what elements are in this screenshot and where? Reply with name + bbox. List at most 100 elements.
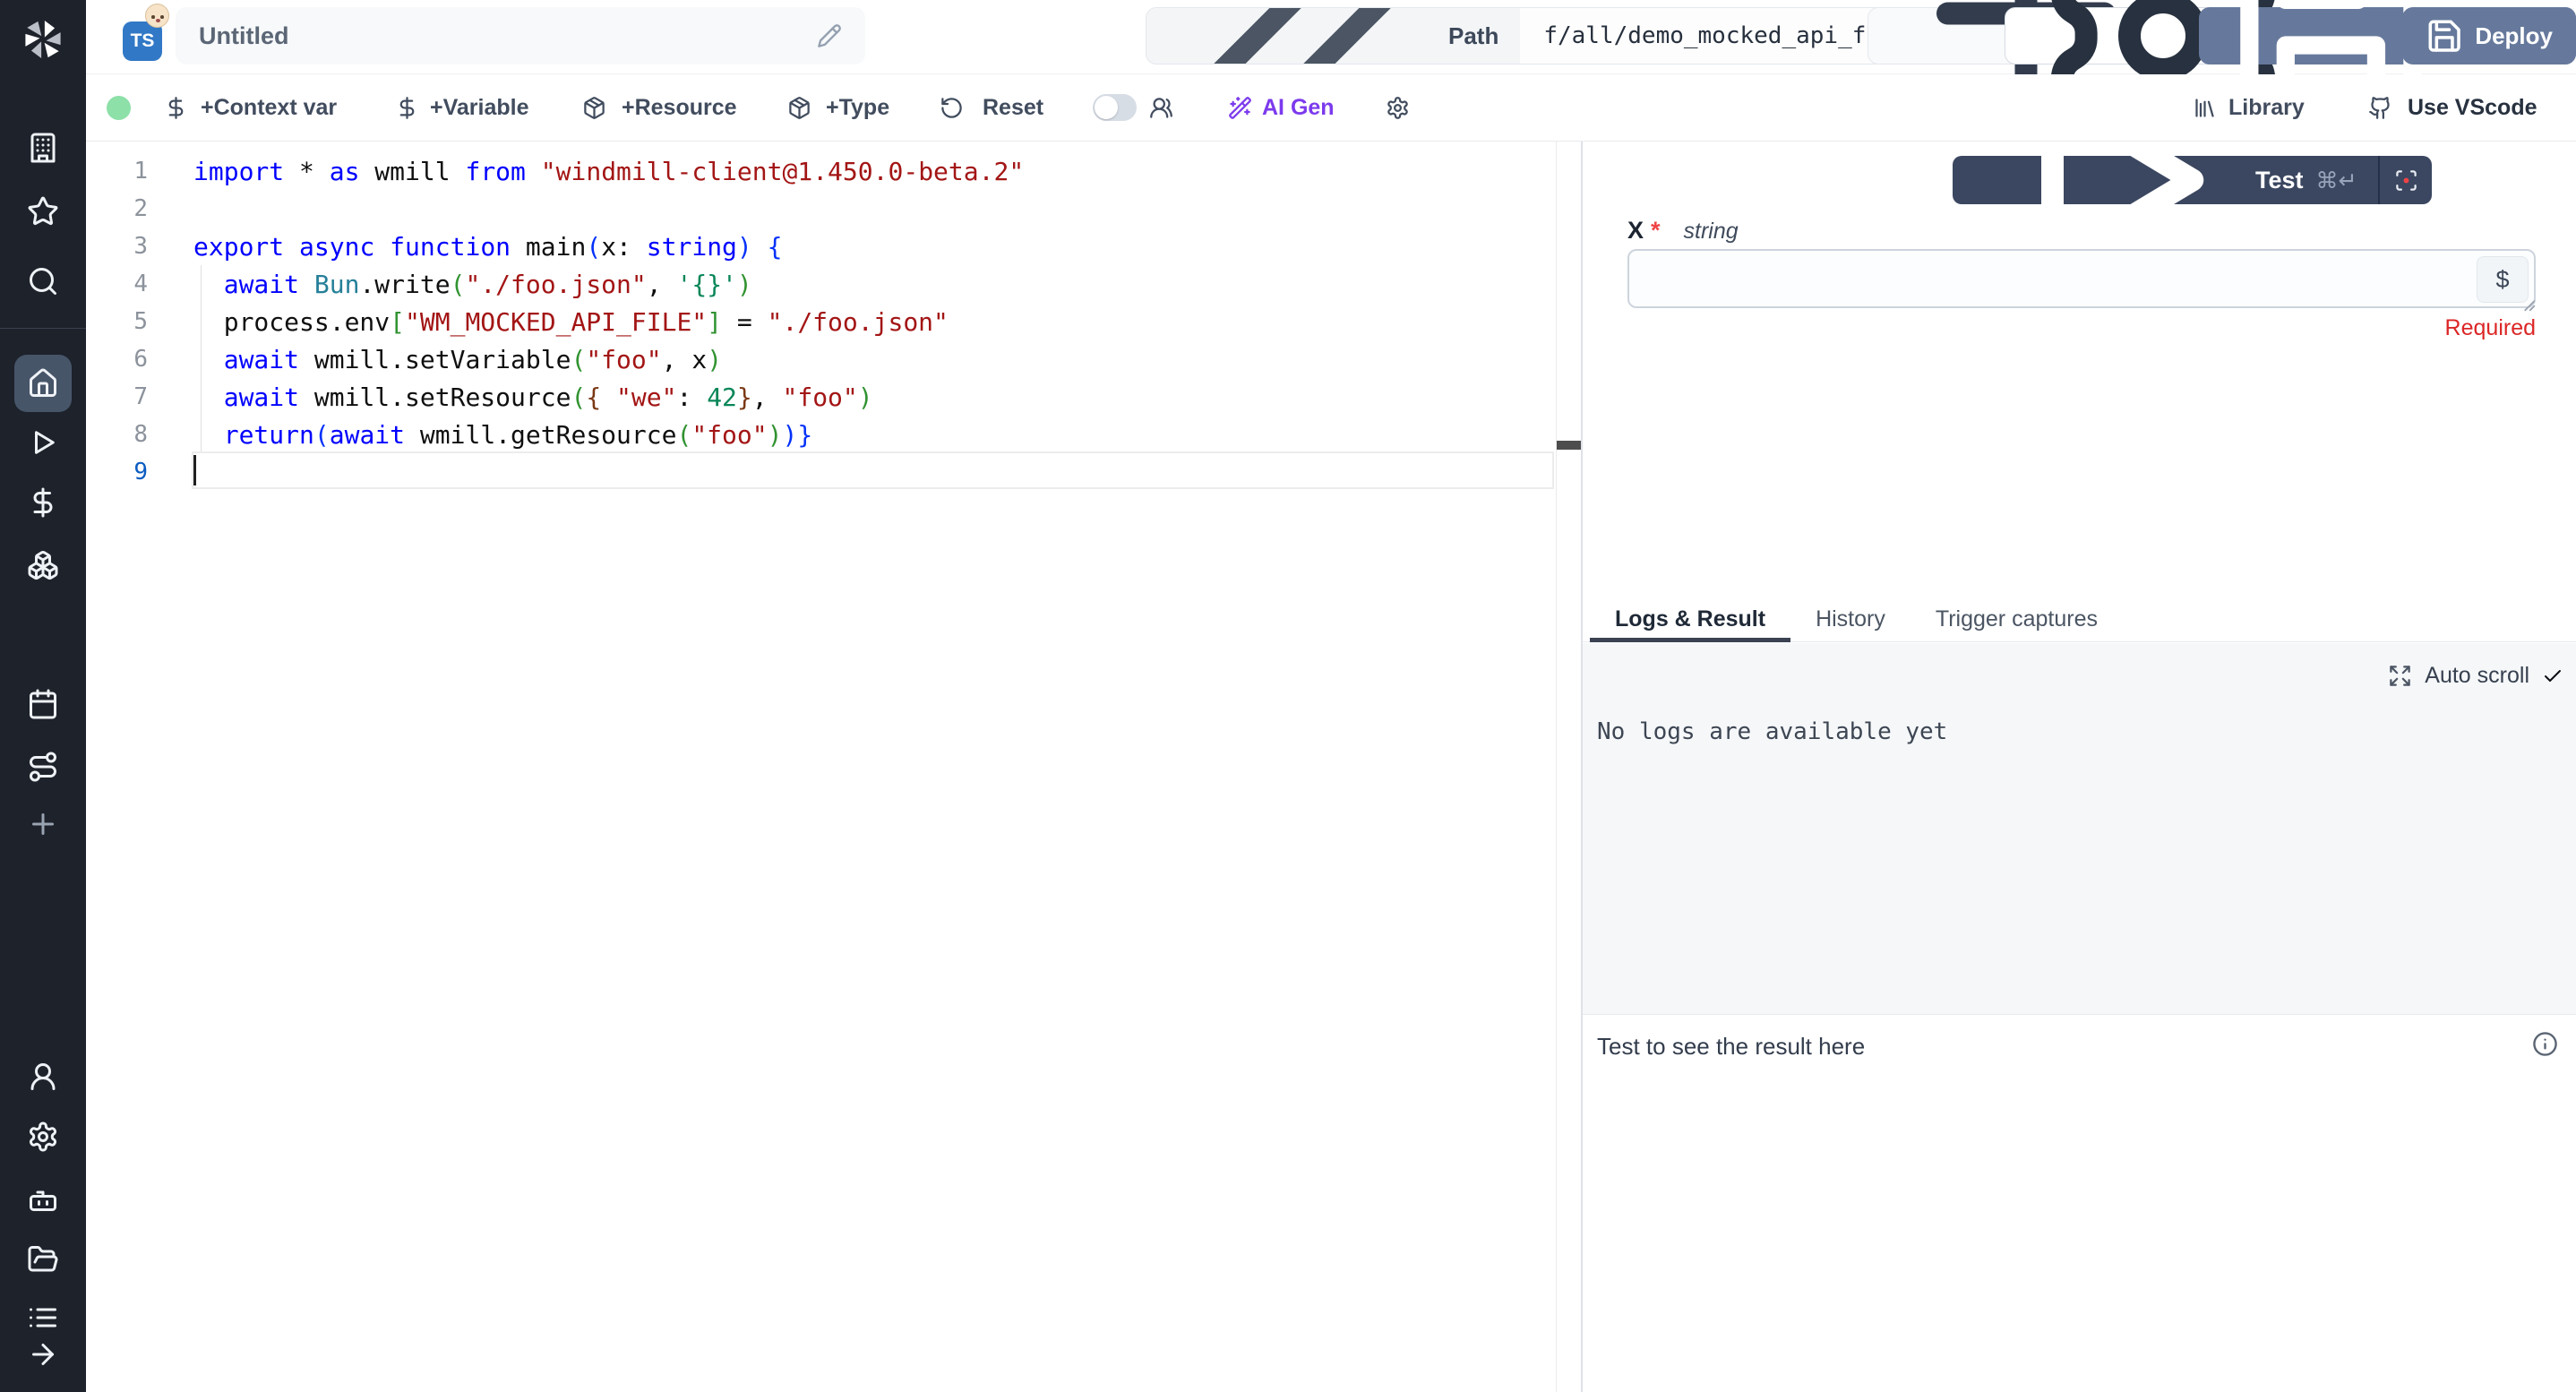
deploy-button[interactable]: Deploy bbox=[2402, 7, 2576, 64]
sidebar-item-star-icon[interactable] bbox=[27, 195, 59, 228]
code-line-6[interactable]: 6 await wmill.setVariable("foo", x) bbox=[86, 340, 1581, 378]
overview-ruler[interactable] bbox=[1556, 142, 1557, 1392]
result-placeholder: Test to see the result here bbox=[1597, 1033, 1865, 1061]
line-number: 3 bbox=[86, 233, 148, 260]
sidebar-item-building-icon[interactable] bbox=[27, 132, 59, 164]
argument-label-row: X* string bbox=[1627, 217, 1739, 245]
code-lines[interactable]: 1import * as wmill from "windmill-client… bbox=[86, 152, 1581, 491]
library-icon[interactable] bbox=[2193, 96, 2217, 120]
code-line-9[interactable]: 9 bbox=[86, 453, 1581, 491]
required-asterisk: * bbox=[1651, 217, 1661, 245]
tab-history[interactable]: History bbox=[1790, 597, 1911, 641]
script-title: Untitled bbox=[199, 22, 817, 50]
code-text: await wmill.setResource({ "we": 42}, "fo… bbox=[148, 382, 873, 412]
code-text: await Bun.write("./foo.json", '{}') bbox=[148, 270, 752, 299]
path-label: Path bbox=[1448, 22, 1498, 50]
code-text: return(await wmill.getResource("foo"))} bbox=[148, 420, 812, 450]
code-editor[interactable]: 1import * as wmill from "windmill-client… bbox=[86, 142, 1581, 1392]
windmill-script-editor: TS Untitled Path f/all/demo_mocked_api_f… bbox=[0, 0, 2576, 1392]
required-warning: Required bbox=[1627, 315, 2536, 341]
line-number: 5 bbox=[86, 308, 148, 335]
script-title-field[interactable]: Untitled bbox=[176, 7, 865, 64]
dollar-icon[interactable] bbox=[164, 96, 188, 120]
path-button[interactable]: Path f/all/demo_mocked_api_file bbox=[1146, 7, 1932, 64]
ai-gen-button[interactable]: AI Gen bbox=[1262, 96, 1335, 120]
auto-scroll-label: Auto scroll bbox=[2425, 663, 2529, 689]
add-resource-button[interactable]: +Resource bbox=[622, 96, 737, 120]
reset-icon[interactable] bbox=[940, 96, 964, 120]
library-button[interactable]: Library bbox=[2228, 96, 2305, 120]
edit-title-pencil-icon[interactable] bbox=[817, 23, 842, 48]
sidebar-item-home-icon[interactable] bbox=[27, 367, 59, 400]
windmill-logo-icon[interactable] bbox=[18, 14, 68, 64]
reset-button[interactable]: Reset bbox=[983, 96, 1043, 120]
test-button[interactable]: Test ⌘↵ bbox=[1953, 156, 2378, 204]
code-line-4[interactable]: 4 await Bun.write("./foo.json", '{}') bbox=[86, 265, 1581, 303]
tab-logs-result[interactable]: Logs & Result bbox=[1590, 597, 1790, 641]
add-type-button[interactable]: +Type bbox=[826, 96, 889, 120]
sidebar-item-user-icon[interactable] bbox=[27, 1061, 59, 1093]
arg-x-input[interactable] bbox=[1629, 251, 2534, 306]
sidebar-item-boxes-icon[interactable] bbox=[27, 549, 59, 581]
code-line-3[interactable]: 3export async function main(x: string) { bbox=[86, 228, 1581, 265]
dollar-icon[interactable] bbox=[395, 96, 419, 120]
use-vscode-button[interactable]: Use VScode bbox=[2408, 96, 2537, 120]
status-dot bbox=[107, 96, 131, 120]
add-context-var-button[interactable]: +Context var bbox=[201, 96, 337, 120]
sidebar-item-list-icon[interactable] bbox=[27, 1302, 59, 1334]
github-icon[interactable] bbox=[2368, 96, 2392, 120]
test-shortcut: ⌘↵ bbox=[2316, 168, 2357, 193]
package-icon[interactable] bbox=[787, 96, 811, 120]
wand-sparkles-icon[interactable] bbox=[1228, 96, 1252, 120]
multiplayer-toggle[interactable] bbox=[1093, 94, 1137, 121]
sidebar bbox=[0, 0, 86, 1392]
sidebar-item-folder-open-icon[interactable] bbox=[27, 1243, 59, 1276]
sidebar-item-calendar-icon[interactable] bbox=[27, 688, 59, 720]
sidebar-item-gear-icon[interactable] bbox=[27, 1121, 59, 1153]
test-button-group: Test ⌘↵ bbox=[1953, 156, 2432, 204]
code-text: export async function main(x: string) { bbox=[148, 232, 783, 262]
info-icon[interactable] bbox=[2532, 1031, 2558, 1057]
play-icon bbox=[1974, 156, 2243, 204]
overview-ruler-cursor-mark bbox=[1557, 441, 1581, 450]
add-variable-button[interactable]: +Variable bbox=[430, 96, 529, 120]
focus-capture-icon bbox=[2394, 168, 2418, 193]
code-line-1[interactable]: 1import * as wmill from "windmill-client… bbox=[86, 152, 1581, 190]
arg-name: X bbox=[1627, 217, 1644, 245]
sidebar-divider bbox=[0, 328, 86, 329]
capture-focus-button[interactable] bbox=[2380, 156, 2432, 204]
code-text: process.env["WM_MOCKED_API_FILE"] = "./f… bbox=[148, 307, 949, 337]
line-number: 1 bbox=[86, 158, 148, 185]
arg-type: string bbox=[1684, 219, 1739, 245]
sidebar-item-arrow-right-icon[interactable] bbox=[27, 1338, 59, 1371]
tab-trigger-captures[interactable]: Trigger captures bbox=[1911, 597, 2123, 641]
result-area: Test to see the result here bbox=[1583, 1014, 2576, 1392]
bun-runtime-icon bbox=[145, 4, 169, 28]
code-line-8[interactable]: 8 return(await wmill.getResource("foo"))… bbox=[86, 416, 1581, 453]
line-number: 6 bbox=[86, 346, 148, 373]
editor-toolbar: +Context var +Variable +Resource +Type R… bbox=[86, 74, 2576, 142]
code-text: import * as wmill from "windmill-client@… bbox=[148, 157, 1024, 186]
package-icon[interactable] bbox=[582, 96, 606, 120]
editor-settings-gear-icon[interactable] bbox=[1386, 96, 1410, 120]
logs-area: Auto scroll No logs are available yet bbox=[1583, 643, 2576, 1014]
line-number: 4 bbox=[86, 271, 148, 297]
sidebar-item-search-icon[interactable] bbox=[27, 265, 59, 297]
expand-logs-icon[interactable] bbox=[2388, 664, 2412, 688]
code-line-2[interactable]: 2 bbox=[86, 190, 1581, 228]
code-line-7[interactable]: 7 await wmill.setResource({ "we": 42}, "… bbox=[86, 378, 1581, 416]
sidebar-item-route-icon[interactable] bbox=[27, 751, 59, 783]
sidebar-item-bot-icon[interactable] bbox=[27, 1184, 59, 1216]
sidebar-item-play-icon[interactable] bbox=[27, 426, 59, 459]
auto-scroll-checkbox[interactable] bbox=[2542, 666, 2563, 687]
line-number: 8 bbox=[86, 421, 148, 448]
save-icon bbox=[2426, 17, 2463, 55]
sidebar-item-plus-icon[interactable] bbox=[27, 808, 59, 840]
resize-grip-icon[interactable] bbox=[2518, 294, 2537, 314]
users-icon[interactable] bbox=[1149, 96, 1173, 120]
sidebar-item-dollar-icon[interactable] bbox=[27, 486, 59, 519]
line-number: 7 bbox=[86, 383, 148, 410]
run-panel: Test ⌘↵ X* string $ Required bbox=[1581, 142, 2576, 1392]
line-number: 2 bbox=[86, 195, 148, 222]
code-line-5[interactable]: 5 process.env["WM_MOCKED_API_FILE"] = ".… bbox=[86, 303, 1581, 340]
